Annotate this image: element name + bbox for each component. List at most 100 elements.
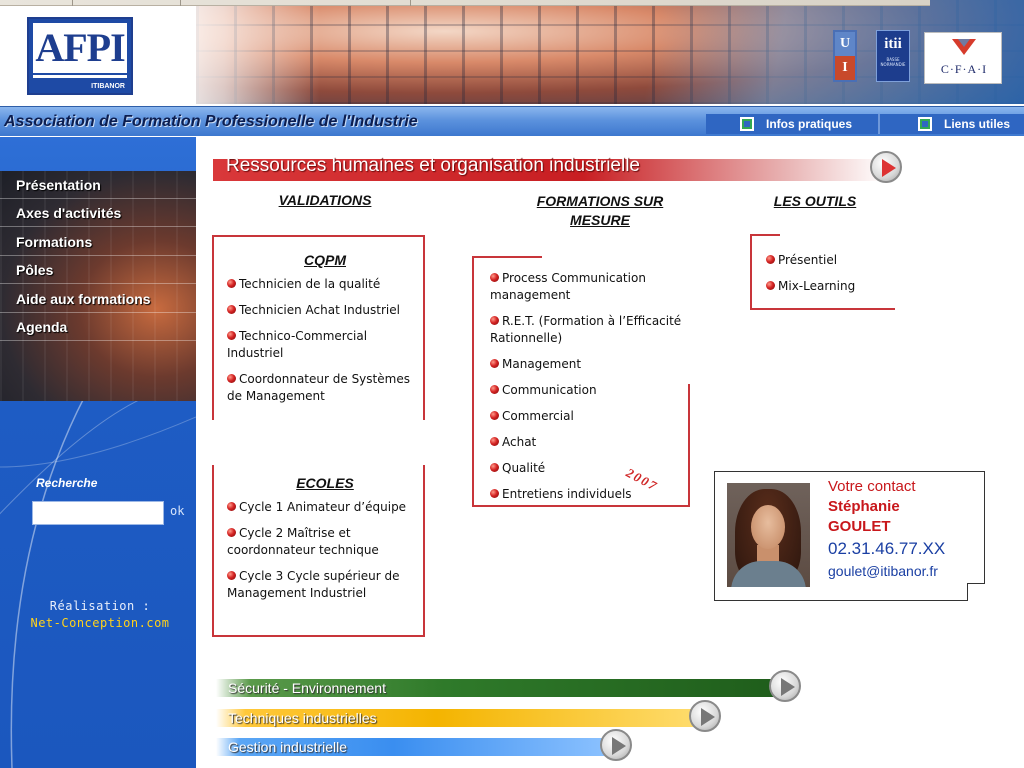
- banner-gestion-industrielle[interactable]: Gestion industrielle: [216, 729, 636, 761]
- bullet-icon: [766, 281, 775, 290]
- list-item[interactable]: Cycle 1 Animateur d’équipe: [227, 499, 423, 516]
- cqpm-title[interactable]: CQPM: [227, 252, 423, 268]
- contact-phone: 02.31.46.77.XX: [828, 539, 946, 558]
- box-border: [688, 384, 690, 507]
- outils-list: Présentiel Mix-Learning: [766, 252, 894, 295]
- uimm-logo[interactable]: U I: [833, 30, 857, 82]
- header-fade: [160, 0, 320, 104]
- play-arrow-icon[interactable]: [600, 729, 632, 761]
- site-title: Association de Formation Professionelle …: [4, 113, 418, 130]
- bullet-icon: [490, 273, 499, 282]
- afpi-logo[interactable]: AFPI ITIBANOR: [27, 17, 133, 95]
- box-border: [212, 465, 214, 637]
- list-item-label: Technicien Achat Industriel: [239, 303, 400, 317]
- ecoles-box: ECOLES Cycle 1 Animateur d’équipe Cycle …: [212, 465, 425, 637]
- list-item[interactable]: Technico-Commercial Industriel: [227, 328, 423, 362]
- credit-link[interactable]: Net-Conception.com: [0, 616, 200, 630]
- list-item[interactable]: Commercial: [490, 408, 686, 425]
- search-ok-button[interactable]: ok: [170, 504, 184, 518]
- formations-list: Process Communication management R.E.T. …: [490, 270, 686, 503]
- menu-item-presentation[interactable]: Présentation: [0, 171, 196, 199]
- menu-item-formations[interactable]: Formations: [0, 228, 196, 256]
- list-item[interactable]: Cycle 3 Cycle supérieur de Management In…: [227, 568, 423, 602]
- play-arrow-icon[interactable]: [870, 151, 902, 183]
- main-menu: Présentation Axes d'activités Formations…: [0, 171, 196, 401]
- play-arrow-icon[interactable]: [689, 700, 721, 732]
- play-arrow-icon[interactable]: [769, 670, 801, 702]
- list-item[interactable]: Communication: [490, 382, 686, 399]
- bullet-icon: [490, 463, 499, 472]
- checkbox-icon: [918, 117, 932, 131]
- list-item-label: R.E.T. (Formation à l’Efficacité Rationn…: [490, 314, 682, 345]
- list-item-label: Entretiens individuels: [502, 487, 632, 501]
- banner-securite-environnement[interactable]: Sécurité - Environnement: [216, 670, 806, 702]
- box-border: [750, 308, 895, 310]
- list-item-label: Cycle 2 Maîtrise et coordonnateur techni…: [227, 526, 379, 557]
- quick-links-divider: [878, 114, 880, 134]
- box-border: [472, 256, 542, 258]
- menu-item-label: Pôles: [16, 261, 54, 278]
- menu-item-aide-formations[interactable]: Aide aux formations: [0, 285, 196, 313]
- list-item-label: Achat: [502, 435, 537, 449]
- menu-item-label: Formations: [16, 233, 93, 250]
- search-input[interactable]: [32, 501, 164, 525]
- contact-last-name: GOULET: [828, 518, 891, 535]
- link-liens-utiles[interactable]: Liens utiles: [918, 114, 1010, 134]
- box-border: [472, 256, 474, 507]
- section-banner-title: Ressources humaines et organisation indu…: [226, 155, 641, 176]
- list-item-label: Technico-Commercial Industriel: [227, 329, 368, 360]
- section-banner[interactable]: Ressources humaines et organisation indu…: [213, 151, 905, 185]
- title-bar: Association de Formation Professionelle …: [0, 106, 1024, 136]
- box-border: [750, 234, 752, 310]
- column-heading-les-outils: LES OUTILS: [773, 193, 857, 209]
- list-item[interactable]: R.E.T. (Formation à l’Efficacité Rationn…: [490, 313, 686, 347]
- list-item[interactable]: Cycle 2 Maîtrise et coordonnateur techni…: [227, 525, 423, 559]
- menu-item-poles[interactable]: Pôles: [0, 256, 196, 284]
- list-item-label: Management: [502, 357, 582, 371]
- outils-box: Présentiel Mix-Learning: [750, 234, 895, 310]
- list-item-label: Présentiel: [778, 253, 838, 267]
- ecoles-list: Cycle 1 Animateur d’équipe Cycle 2 Maîtr…: [227, 499, 423, 602]
- box-border: [423, 465, 425, 637]
- list-item-label: Qualité: [502, 461, 546, 475]
- list-item[interactable]: Coordonnateur de Systèmes de Management: [227, 371, 423, 405]
- list-item[interactable]: Qualité: [490, 460, 686, 477]
- list-item[interactable]: Mix-Learning: [766, 278, 894, 295]
- cfai-logo[interactable]: C·F·A·I: [924, 32, 1002, 84]
- menu-item-label: Axes d'activités: [16, 204, 122, 221]
- list-item[interactable]: Process Communication management: [490, 270, 686, 304]
- search-label: Recherche: [36, 476, 98, 490]
- photo-face: [751, 505, 785, 549]
- list-item[interactable]: Achat: [490, 434, 686, 451]
- menu-item-axes-activites[interactable]: Axes d'activités: [0, 199, 196, 227]
- list-item[interactable]: Présentiel: [766, 252, 894, 269]
- list-item[interactable]: Technicien de la qualité: [227, 276, 423, 293]
- bullet-icon: [227, 305, 236, 314]
- cqpm-list: Technicien de la qualité Technicien Acha…: [227, 276, 423, 405]
- itii-logo[interactable]: itii BASSE NORMANDIE: [876, 30, 910, 82]
- link-infos-pratiques[interactable]: Infos pratiques: [740, 114, 852, 134]
- itii-logo-text: itii: [884, 36, 902, 52]
- box-border: [212, 635, 425, 637]
- banner-label: Sécurité - Environnement: [228, 680, 386, 696]
- box-border: [423, 235, 425, 420]
- uimm-logo-bottom: I: [842, 60, 848, 75]
- list-item[interactable]: Technicien Achat Industriel: [227, 302, 423, 319]
- list-item-label: Technicien de la qualité: [239, 277, 381, 291]
- link-infos-pratiques-label: Infos pratiques: [766, 117, 853, 131]
- bullet-icon: [490, 437, 499, 446]
- bullet-icon: [490, 316, 499, 325]
- banner-techniques-industrielles[interactable]: Techniques industrielles: [216, 700, 726, 732]
- menu-item-agenda[interactable]: Agenda: [0, 313, 196, 341]
- bullet-icon: [490, 359, 499, 368]
- outils-content: Présentiel Mix-Learning: [766, 252, 894, 304]
- menu-item-label: Agenda: [16, 318, 68, 335]
- bullet-icon: [227, 331, 236, 340]
- box-border: [212, 235, 214, 420]
- contact-email-link[interactable]: goulet@itibanor.fr: [828, 563, 938, 579]
- list-item[interactable]: Management: [490, 356, 686, 373]
- list-item-label: Process Communication management: [490, 271, 646, 302]
- contact-label: Votre contact: [828, 478, 916, 495]
- box-border: [212, 235, 425, 237]
- ecoles-title[interactable]: ECOLES: [227, 475, 423, 491]
